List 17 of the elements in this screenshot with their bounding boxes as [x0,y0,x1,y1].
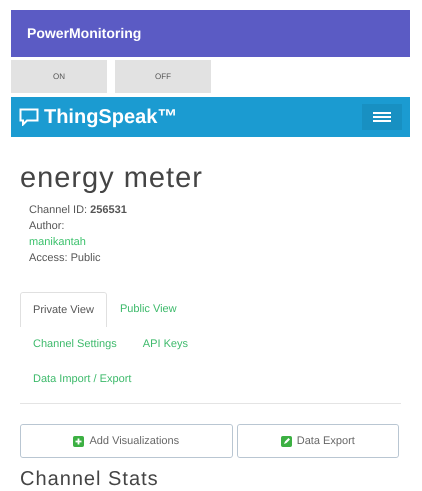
menu-icon [373,112,391,122]
section-title: Channel Stats [20,467,160,491]
toggle-button[interactable]: OFF [115,60,211,93]
app-title: PowerMonitoring [27,24,142,43]
action-button[interactable]: Add Visualizations [20,424,233,458]
chat-bubble-icon [19,108,39,126]
toggle-button[interactable]: ON [11,60,107,93]
logo-text: ThingSpeak™ [44,105,178,130]
action-button[interactable]: Data Export [236,424,399,458]
plus-icon [73,436,84,446]
pencil-icon [280,436,292,446]
channel-id: Channel ID: 256531 [29,203,128,218]
tab[interactable]: Private View [20,292,107,327]
access-text: Access: Public [29,251,102,266]
channel-title: energy meter [20,161,204,195]
menu-button[interactable] [362,104,402,130]
author-label: Author: [29,219,66,234]
